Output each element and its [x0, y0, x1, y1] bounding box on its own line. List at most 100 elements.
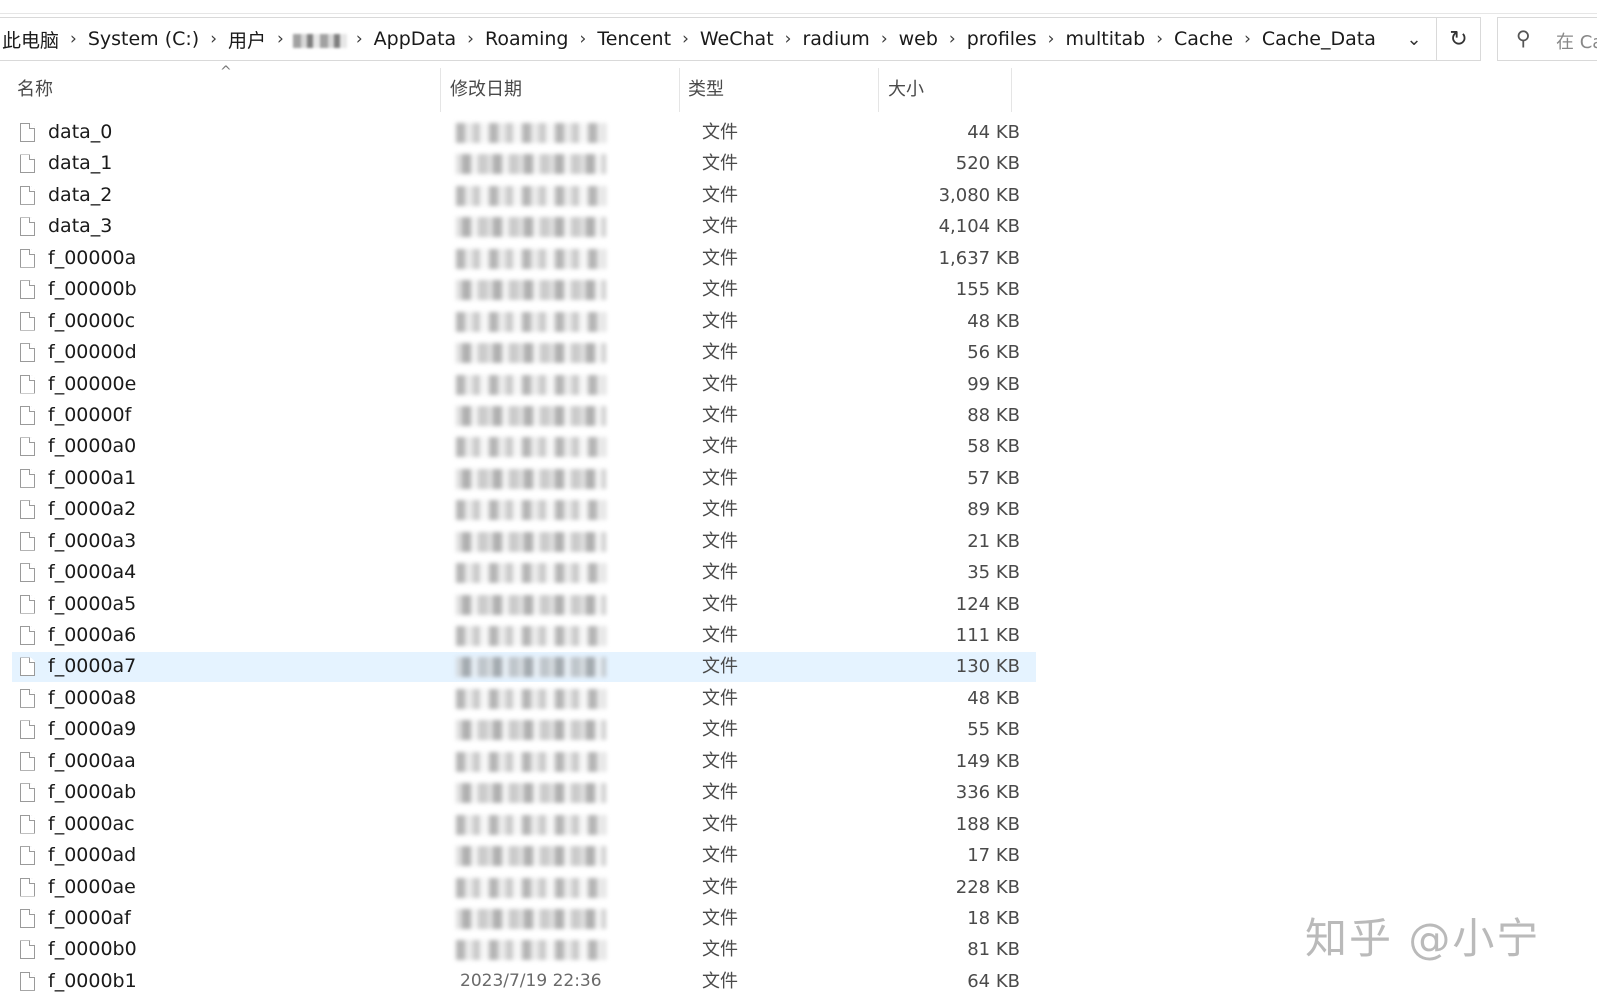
- file-row[interactable]: f_0000ac 文件 188 KB: [0, 809, 1040, 840]
- breadcrumb-item[interactable]: Roaming: [483, 28, 571, 50]
- file-size: 149 KB: [955, 750, 1020, 772]
- column-header-size[interactable]: 大小: [888, 68, 924, 112]
- file-row[interactable]: f_0000a7 文件 130 KB: [0, 651, 1040, 683]
- file-icon: [20, 437, 35, 457]
- chevron-right-icon[interactable]: ›: [949, 29, 956, 49]
- file-row[interactable]: f_0000a3 文件 21 KB: [0, 526, 1040, 557]
- column-divider[interactable]: [679, 68, 680, 112]
- chevron-right-icon[interactable]: ›: [467, 29, 474, 49]
- breadcrumb-item[interactable]: WeChat: [698, 28, 776, 50]
- file-row[interactable]: f_0000aa 文件 149 KB: [0, 746, 1040, 777]
- file-row[interactable]: f_0000a2 文件 89 KB: [0, 494, 1040, 525]
- file-type: 文件: [702, 404, 738, 426]
- breadcrumb-item[interactable]: 此电脑: [0, 26, 61, 53]
- chevron-right-icon[interactable]: ›: [785, 29, 792, 49]
- file-name: f_0000ac: [48, 812, 135, 835]
- file-size: 155 KB: [955, 279, 1020, 301]
- file-size: 89 KB: [967, 499, 1020, 521]
- breadcrumb-item[interactable]: AppData: [372, 28, 459, 50]
- file-name: data_2: [48, 183, 113, 206]
- file-type: 文件: [702, 593, 738, 615]
- file-size: 4,104 KB: [938, 216, 1020, 238]
- refresh-button[interactable]: ↻: [1437, 17, 1481, 61]
- file-name: f_0000a6: [48, 624, 137, 646]
- breadcrumb-item[interactable]: Tencent: [595, 28, 673, 50]
- file-row[interactable]: f_00000b 文件 155 KB: [0, 274, 1040, 305]
- column-divider[interactable]: [1011, 68, 1012, 112]
- file-row[interactable]: f_00000d 文件 56 KB: [0, 337, 1040, 368]
- chevron-right-icon[interactable]: ›: [1156, 29, 1163, 49]
- file-icon: [20, 343, 35, 363]
- chevron-right-icon[interactable]: ›: [881, 29, 888, 49]
- chevron-right-icon[interactable]: ›: [277, 29, 284, 49]
- breadcrumb-item[interactable]: web: [897, 28, 940, 50]
- chevron-right-icon[interactable]: ›: [356, 29, 363, 49]
- file-row[interactable]: f_00000a 文件 1,637 KB: [0, 243, 1040, 274]
- file-row[interactable]: f_0000b1 2023/7/19 22:36 文件 64 KB: [0, 966, 1040, 997]
- file-name: f_0000a8: [48, 686, 137, 709]
- chevron-right-icon[interactable]: ›: [1244, 29, 1251, 49]
- search-input[interactable]: ⚲ 在 Ca: [1497, 17, 1597, 61]
- file-icon: [20, 814, 35, 834]
- file-row[interactable]: f_0000a9 文件 55 KB: [0, 714, 1040, 745]
- breadcrumb-item[interactable]: System (C:): [86, 28, 201, 50]
- file-row[interactable]: data_1 文件 520 KB: [0, 148, 1040, 179]
- chevron-right-icon[interactable]: ›: [580, 29, 587, 49]
- file-icon: [20, 594, 35, 614]
- column-header-type[interactable]: 类型: [688, 68, 724, 112]
- file-modified-date-redacted: [456, 720, 606, 741]
- chevron-right-icon[interactable]: ›: [682, 29, 689, 49]
- breadcrumb-item[interactable]: Cache: [1172, 28, 1235, 50]
- breadcrumb-item[interactable]: profiles: [965, 28, 1039, 50]
- file-row[interactable]: f_0000ae 文件 228 KB: [0, 872, 1040, 903]
- file-row[interactable]: f_0000a0 文件 58 KB: [0, 431, 1040, 462]
- breadcrumb-item[interactable]: radium: [800, 28, 871, 50]
- file-row[interactable]: f_0000a4 文件 35 KB: [0, 557, 1040, 588]
- breadcrumb-redacted-user[interactable]: [292, 34, 347, 48]
- file-size: 3,080 KB: [938, 184, 1020, 206]
- file-icon: [20, 217, 35, 237]
- file-row[interactable]: f_0000ad 文件 17 KB: [0, 840, 1040, 871]
- breadcrumb-item[interactable]: multitab: [1063, 28, 1147, 50]
- file-type: 文件: [702, 939, 738, 961]
- file-size: 17 KB: [967, 845, 1020, 867]
- watermark: 知乎 @小宁: [1305, 914, 1541, 963]
- file-type: 文件: [702, 279, 738, 301]
- column-divider[interactable]: [878, 68, 879, 112]
- file-row[interactable]: f_00000f 文件 88 KB: [0, 400, 1040, 431]
- file-row[interactable]: f_0000a6 文件 111 KB: [0, 620, 1040, 651]
- column-divider[interactable]: [440, 68, 441, 112]
- file-name: f_0000a5: [48, 592, 137, 615]
- file-row[interactable]: f_00000c 文件 48 KB: [0, 306, 1040, 337]
- search-placeholder: 在 Ca: [1556, 32, 1597, 53]
- file-row[interactable]: f_00000e 文件 99 KB: [0, 369, 1040, 400]
- file-modified-date-redacted: [456, 217, 606, 238]
- file-name: f_0000a4: [48, 561, 137, 584]
- file-name: f_00000f: [48, 403, 132, 426]
- breadcrumb-item[interactable]: 用户: [226, 26, 268, 53]
- chevron-right-icon[interactable]: ›: [1048, 29, 1055, 49]
- file-modified-date-redacted: [456, 154, 606, 175]
- file-type: 文件: [702, 719, 738, 741]
- file-row[interactable]: f_0000a8 文件 48 KB: [0, 683, 1040, 714]
- file-row[interactable]: data_0 文件 44 KB: [0, 117, 1040, 148]
- file-icon: [20, 657, 35, 677]
- column-header-modified[interactable]: 修改日期: [450, 68, 522, 112]
- file-type: 文件: [702, 656, 738, 678]
- address-history-button[interactable]: ⌄: [1392, 18, 1436, 60]
- column-header-name[interactable]: 名称: [17, 68, 53, 112]
- file-row[interactable]: f_0000a5 文件 124 KB: [0, 589, 1040, 620]
- file-size: 111 KB: [955, 625, 1020, 646]
- chevron-right-icon[interactable]: ›: [70, 29, 77, 49]
- file-row[interactable]: f_0000a1 文件 57 KB: [0, 463, 1040, 494]
- chevron-right-icon[interactable]: ›: [210, 29, 217, 49]
- file-modified-date-redacted: [456, 437, 606, 458]
- file-row[interactable]: f_0000ab 文件 336 KB: [0, 777, 1040, 808]
- address-bar[interactable]: 此电脑 › System (C:) › 用户 › › AppData › Roaming › Tenc…: [0, 17, 1437, 61]
- breadcrumb-item[interactable]: Cache_Data: [1260, 28, 1378, 50]
- file-row[interactable]: data_2 文件 3,080 KB: [0, 180, 1040, 211]
- file-row[interactable]: f_0000af 文件 18 KB: [0, 903, 1040, 934]
- file-row[interactable]: data_3 文件 4,104 KB: [0, 211, 1040, 242]
- file-type: 文件: [702, 247, 738, 269]
- file-row[interactable]: f_0000b0 文件 81 KB: [0, 934, 1040, 965]
